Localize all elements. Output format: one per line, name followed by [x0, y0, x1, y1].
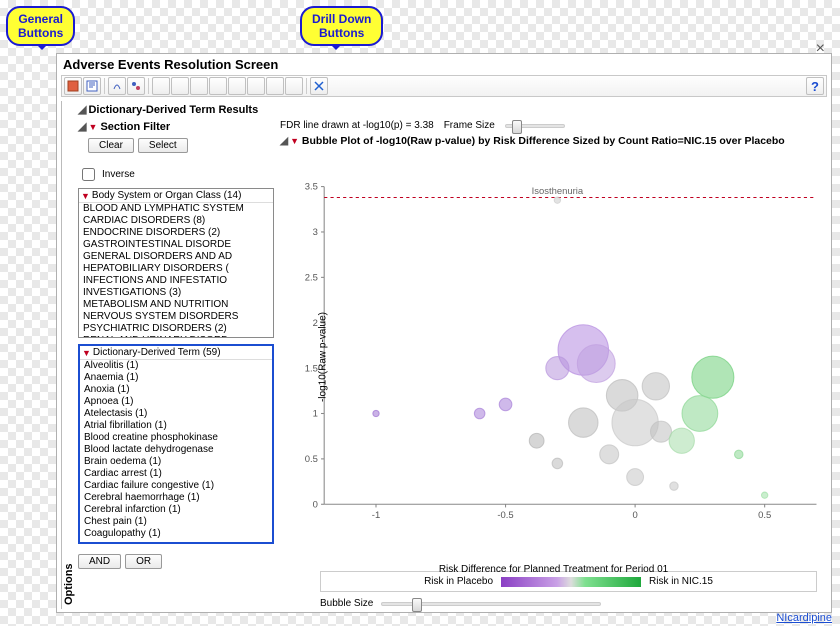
derived-term-listbox[interactable]: ▼Dictionary-Derived Term (59) Alveolitis…	[78, 344, 274, 544]
list-item[interactable]: RENAL AND URINARY DISORD	[79, 335, 273, 338]
section-filter-panel: ◢▼ Section Filter Clear Select Inverse ▼…	[78, 118, 274, 609]
toolbar-button-1[interactable]	[64, 77, 82, 95]
list-item[interactable]: INVESTIGATIONS (3)	[79, 287, 273, 299]
svg-text:Isosthenuria: Isosthenuria	[532, 186, 584, 197]
list-item[interactable]: PSYCHIATRIC DISORDERS (2)	[79, 323, 273, 335]
bubble-plot[interactable]: -log10(Raw p-value) 00.511.522.533.5-1-0…	[280, 151, 827, 563]
window-title: Adverse Events Resolution Screen	[57, 54, 831, 75]
list-item[interactable]: Anoxia (1)	[80, 384, 272, 396]
svg-text:3: 3	[313, 227, 318, 238]
svg-text:-0.5: -0.5	[497, 510, 513, 521]
legend-left: Risk in Placebo	[424, 576, 493, 587]
toolbar-button-4[interactable]	[127, 77, 145, 95]
plot-title: ◢▼ Bubble Plot of -log10(Raw p-value) by…	[280, 133, 827, 151]
list-item[interactable]: HEPATOBILIARY DISORDERS (	[79, 263, 273, 275]
help-button[interactable]: ?	[806, 77, 824, 95]
or-button[interactable]: OR	[125, 554, 162, 569]
list-item[interactable]: Brain oedema (1)	[80, 456, 272, 468]
svg-text:3.5: 3.5	[305, 182, 318, 193]
toolbar-button-2[interactable]	[83, 77, 101, 95]
footer-link[interactable]: NIcardipine	[776, 612, 832, 624]
inverse-label: Inverse	[102, 169, 135, 180]
x-axis-label: Risk Difference for Planned Treatment fo…	[439, 564, 668, 575]
svg-text:1.5: 1.5	[305, 363, 318, 374]
and-button[interactable]: AND	[78, 554, 121, 569]
fdr-text: FDR line drawn at -log10(p) = 3.38	[280, 120, 434, 131]
section-filter-title: ◢▼ Section Filter	[78, 118, 274, 135]
frame-size-label: Frame Size	[444, 120, 495, 131]
list-item[interactable]: Coagulopathy (1)	[80, 528, 272, 540]
toolbar: ?	[61, 75, 827, 97]
svg-text:0: 0	[632, 510, 637, 521]
list-item[interactable]: Chest pain (1)	[80, 516, 272, 528]
list-item[interactable]: Alveolitis (1)	[80, 360, 272, 372]
svg-text:1: 1	[313, 409, 318, 420]
list-item[interactable]: CARDIAC DISORDERS (8)	[79, 215, 273, 227]
list-item[interactable]: Atrial fibrillation (1)	[80, 420, 272, 432]
legend-right: Risk in NIC.15	[649, 576, 713, 587]
frame-size-slider[interactable]	[505, 124, 565, 128]
list-item[interactable]: INFECTIONS AND INFESTATIO	[79, 275, 273, 287]
list-item[interactable]: Blood lactate dehydrogenase	[80, 444, 272, 456]
list-item[interactable]: GASTROINTESTINAL DISORDE	[79, 239, 273, 251]
bubble-size-label: Bubble Size	[320, 598, 373, 609]
options-tab[interactable]: Options	[61, 101, 76, 609]
toolbar-button-7[interactable]	[190, 77, 208, 95]
callout-drill-down: Drill DownButtons	[300, 6, 383, 46]
toolbar-button-5[interactable]	[152, 77, 170, 95]
callout-general: GeneralButtons	[6, 6, 75, 46]
list-item[interactable]: Cerebral haemorrhage (1)	[80, 492, 272, 504]
toolbar-button-9[interactable]	[228, 77, 246, 95]
derived-term-header: ▼Dictionary-Derived Term (59)	[80, 346, 272, 360]
list-item[interactable]: BLOOD AND LYMPHATIC SYSTEM	[79, 203, 273, 215]
list-item[interactable]: METABOLISM AND NUTRITION	[79, 299, 273, 311]
bubble-size-slider[interactable]	[381, 602, 601, 606]
clear-button[interactable]: Clear	[88, 138, 134, 153]
body-system-listbox[interactable]: ▼Body System or Organ Class (14) BLOOD A…	[78, 188, 274, 338]
main-window: × Adverse Events Resolution Screen ? Opt…	[56, 53, 832, 613]
list-item[interactable]: Blood creatine phosphokinase	[80, 432, 272, 444]
list-item[interactable]: Cardiac failure congestive (1)	[80, 480, 272, 492]
body-system-header: ▼Body System or Organ Class (14)	[79, 189, 273, 203]
results-title: ◢Dictionary-Derived Term Results	[78, 101, 827, 118]
list-item[interactable]: Atelectasis (1)	[80, 408, 272, 420]
toolbar-button-3[interactable]	[108, 77, 126, 95]
list-item[interactable]: Apnoea (1)	[80, 396, 272, 408]
list-item[interactable]: Cardiac arrest (1)	[80, 468, 272, 480]
svg-text:0: 0	[313, 499, 318, 510]
svg-text:0.5: 0.5	[758, 510, 771, 521]
toolbar-button-12[interactable]	[285, 77, 303, 95]
inverse-checkbox[interactable]	[82, 168, 95, 181]
y-axis-label: -log10(Raw p-value)	[318, 312, 329, 402]
list-item[interactable]: NERVOUS SYSTEM DISORDERS	[79, 311, 273, 323]
svg-text:0.5: 0.5	[305, 454, 318, 465]
gradient-bar	[501, 577, 641, 587]
select-button[interactable]: Select	[138, 138, 188, 153]
svg-text:2.5: 2.5	[305, 273, 318, 284]
list-item[interactable]: ENDOCRINE DISORDERS (2)	[79, 227, 273, 239]
close-icon[interactable]: ×	[816, 40, 825, 58]
toolbar-button-6[interactable]	[171, 77, 189, 95]
list-item[interactable]: Anaemia (1)	[80, 372, 272, 384]
toolbar-button-11[interactable]	[266, 77, 284, 95]
toolbar-button-8[interactable]	[209, 77, 227, 95]
toolbar-button-10[interactable]	[247, 77, 265, 95]
toolbar-button-13[interactable]	[310, 77, 328, 95]
list-item[interactable]: GENERAL DISORDERS AND AD	[79, 251, 273, 263]
svg-text:-1: -1	[372, 510, 380, 521]
list-item[interactable]: Cerebral infarction (1)	[80, 504, 272, 516]
